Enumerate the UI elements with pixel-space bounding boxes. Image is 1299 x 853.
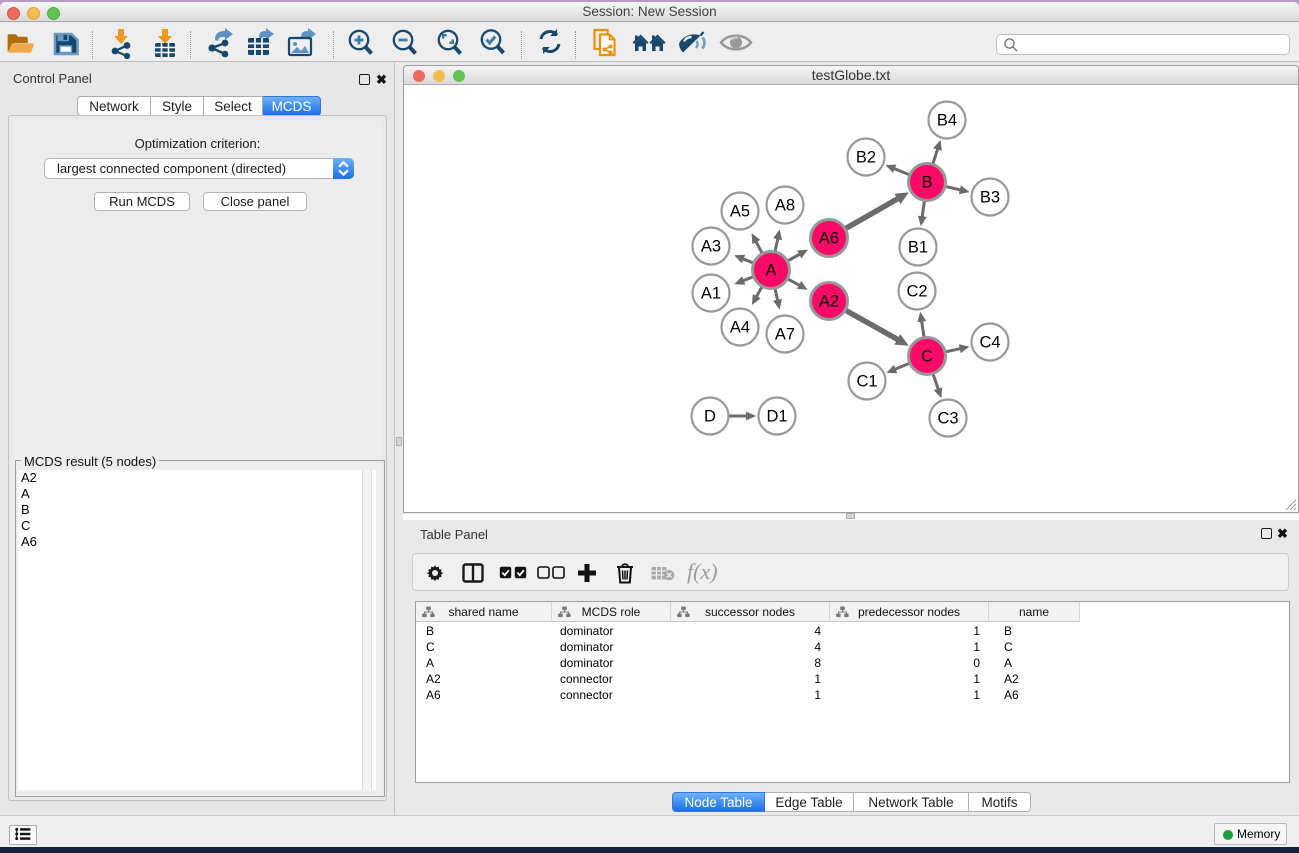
svg-text:B2: B2	[856, 149, 876, 167]
svg-text:A6: A6	[819, 230, 839, 248]
svg-text:B4: B4	[937, 112, 957, 130]
svg-text:A5: A5	[730, 203, 750, 221]
svg-text:A4: A4	[730, 319, 750, 337]
svg-text:D1: D1	[766, 408, 787, 426]
svg-text:B1: B1	[908, 239, 928, 257]
svg-text:C3: C3	[937, 410, 958, 428]
svg-text:A2: A2	[819, 293, 839, 311]
svg-text:B: B	[921, 174, 932, 192]
svg-text:C: C	[921, 348, 933, 366]
svg-text:A1: A1	[701, 285, 721, 303]
svg-text:C1: C1	[856, 373, 877, 391]
svg-text:A8: A8	[775, 197, 795, 215]
svg-text:A3: A3	[701, 238, 721, 256]
svg-text:A7: A7	[775, 326, 795, 344]
svg-text:A: A	[765, 262, 776, 280]
svg-text:C2: C2	[906, 283, 927, 301]
svg-text:C4: C4	[979, 334, 1000, 352]
svg-text:D: D	[704, 408, 716, 426]
svg-text:B3: B3	[980, 189, 1000, 207]
